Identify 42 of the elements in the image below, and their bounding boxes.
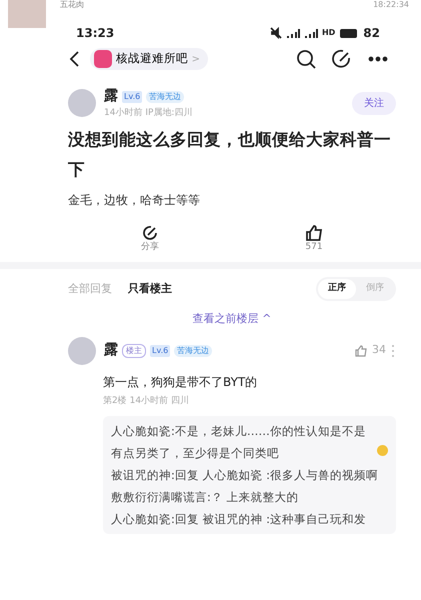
sort-option[interactable]: 正序 xyxy=(318,279,356,298)
reply-meta: 第2楼 14小时前 四川 xyxy=(103,394,190,408)
title-badge: 苦海无边 xyxy=(174,344,212,356)
post-body: 金毛，边牧，哈奇士等等 xyxy=(68,192,201,208)
post-meta: 14小时前 IP属地:四川 xyxy=(104,107,192,120)
edit-icon[interactable] xyxy=(332,49,352,69)
reply-tab[interactable]: 只看楼主 xyxy=(128,280,172,297)
avatar xyxy=(68,336,96,364)
like-count: 34 xyxy=(372,342,386,358)
network-label: HD xyxy=(322,27,336,39)
title-badge: 苦海无边 xyxy=(146,90,184,102)
message-time: 18:22:34 xyxy=(373,0,409,10)
level-badge: Lv.6 xyxy=(150,344,170,356)
level-badge: Lv.6 xyxy=(122,90,142,102)
thumbs-up-icon[interactable] xyxy=(306,224,322,240)
post-title: 没想到能这么多回复，也顺便给大家科普一下 xyxy=(68,128,392,180)
op-badge: 楼主 xyxy=(122,344,146,358)
forum-icon xyxy=(94,50,112,68)
mute-icon xyxy=(270,27,282,39)
sender-name: 五花肉 xyxy=(60,0,84,10)
like-count: 571 xyxy=(305,240,323,254)
share-icon[interactable] xyxy=(142,224,158,240)
sub-reply: 被诅咒的神:回复 人心脆如瓷 :很多人与兽的视频啊 xyxy=(111,467,378,484)
forum-link[interactable]: 核战避难所吧 > xyxy=(90,48,208,70)
follow-button[interactable]: 关注 xyxy=(352,92,396,115)
sub-reply: 人心脆如瓷:回复 被诅咒的神 :这种事自己玩和发 xyxy=(111,511,366,528)
battery-level: 82 xyxy=(363,25,380,42)
author-name: 露 xyxy=(104,341,118,360)
battery-icon xyxy=(339,28,360,38)
sub-reply: 敷敷衍衍满嘴谎言:？ 上来就整大的 xyxy=(111,489,299,506)
signal-icon xyxy=(304,28,318,38)
avatar xyxy=(68,89,96,118)
status-time: 13:23 xyxy=(76,25,114,42)
share-label: 分享 xyxy=(141,240,159,254)
thumbs-up-icon[interactable] xyxy=(355,344,368,356)
sub-reply: 人心脆如瓷:不是，老妹儿……你的性认知是不是有点另类了，至少得是个同类吧 xyxy=(111,423,367,462)
photo-placeholder xyxy=(8,0,46,28)
author-name: 露 xyxy=(104,87,118,106)
signal-icon xyxy=(286,28,300,38)
reply-content: 第一点，狗狗是带不了BYT的 xyxy=(103,374,258,390)
previous-floors-link[interactable]: 查看之前楼层 ^ xyxy=(186,310,278,328)
search-icon[interactable] xyxy=(296,49,316,69)
